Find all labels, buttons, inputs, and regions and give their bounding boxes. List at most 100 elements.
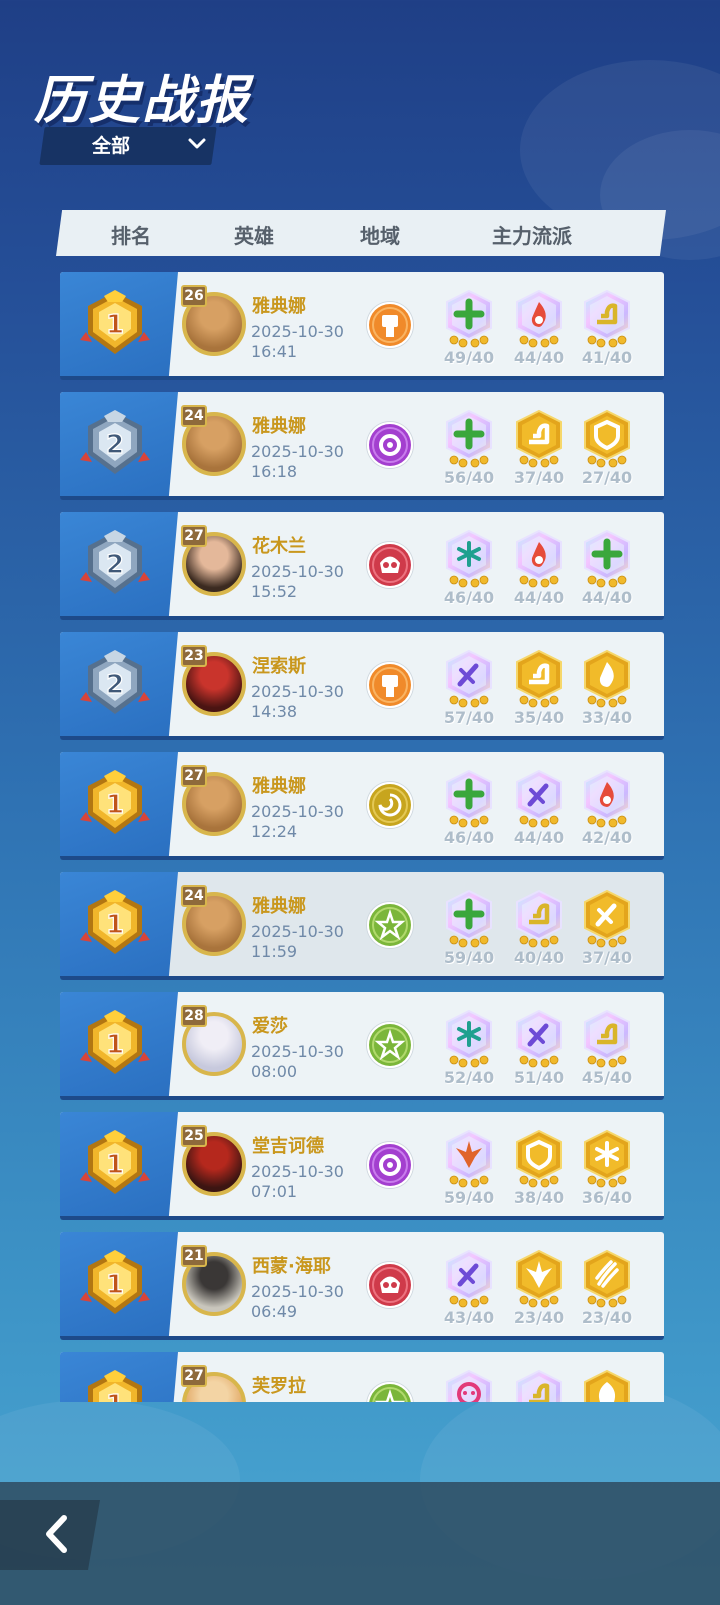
trait-badge[interactable]: 45/40 (580, 1008, 634, 1088)
page-title: 历史战报 (34, 71, 251, 131)
history-row[interactable]: 1 21 西蒙·海耶 2025-10-30 06:49 43/40 23/40 23… (60, 1232, 664, 1340)
hero-level-badge: 27 (181, 1365, 207, 1387)
trait-badge[interactable]: 37/40 (512, 408, 566, 488)
history-row[interactable]: 2 24 雅典娜 2025-10-30 16:18 56/40 37/40 27/4… (60, 392, 664, 500)
hero-name: 堂吉诃德 (252, 1136, 324, 1157)
match-date: 2025-10-30 (251, 802, 344, 821)
match-time: 12:24 (251, 822, 298, 841)
purple-gear-icon (367, 422, 413, 468)
trait-count: 44/40 (513, 828, 565, 847)
trait-badge[interactable]: 59/40 (442, 1128, 496, 1208)
trait-badge[interactable]: 38/40 (512, 1128, 566, 1208)
svg-text:1: 1 (106, 790, 124, 820)
rank-badge-icon: 1 (78, 1368, 152, 1402)
trait-badge[interactable]: 46/40 (442, 768, 496, 848)
history-row[interactable]: 1 25 堂吉诃德 2025-10-30 07:01 59/40 38/40 36/… (60, 1112, 664, 1220)
trait-badge[interactable] (442, 1368, 496, 1402)
match-time: 06:49 (251, 1302, 298, 1321)
rank-badge-icon: 1 (78, 1248, 152, 1322)
svg-text:2: 2 (106, 430, 124, 460)
trait-badge[interactable] (580, 1368, 634, 1402)
trait-badge[interactable]: 23/40 (512, 1248, 566, 1328)
trait-badge[interactable]: 44/40 (512, 288, 566, 368)
trait-badge[interactable]: 41/40 (580, 288, 634, 368)
trait-count: 52/40 (443, 1068, 495, 1087)
trait-count: 57/40 (443, 708, 495, 727)
match-time: 08:00 (251, 1062, 298, 1081)
trait-count: 42/40 (581, 828, 633, 847)
match-time: 15:52 (251, 582, 298, 601)
green-pentagram-icon (367, 1382, 413, 1402)
orange-fist-icon (367, 302, 413, 348)
rank-badge-icon: 1 (78, 888, 152, 962)
trait-badge[interactable]: 52/40 (442, 1008, 496, 1088)
svg-text:1: 1 (106, 1030, 124, 1060)
trait-badge[interactable]: 23/40 (580, 1248, 634, 1328)
match-date: 2025-10-30 (251, 322, 344, 341)
trait-badge[interactable]: 33/40 (580, 648, 634, 728)
history-row[interactable]: 1 27 雅典娜 2025-10-30 12:24 46/40 44/40 42/4… (60, 752, 664, 860)
svg-text:2: 2 (106, 550, 124, 580)
trait-badge[interactable]: 51/40 (512, 1008, 566, 1088)
hero-name: 雅典娜 (252, 296, 306, 317)
bottom-bar (0, 1482, 720, 1605)
history-row[interactable]: 1 27 芙罗拉 (60, 1352, 664, 1402)
trait-badge[interactable]: 27/40 (580, 408, 634, 488)
trait-count: 59/40 (443, 1188, 495, 1207)
trait-badge[interactable]: 57/40 (442, 648, 496, 728)
history-row[interactable]: 1 28 爱莎 2025-10-30 08:00 52/40 51/40 45/40 (60, 992, 664, 1100)
history-row[interactable]: 2 23 涅索斯 2025-10-30 14:38 57/40 35/40 33/4… (60, 632, 664, 740)
trait-badge[interactable] (512, 1368, 566, 1402)
trait-badge[interactable]: 44/40 (512, 528, 566, 608)
battle-history-list[interactable]: 1 26 雅典娜 2025-10-30 16:41 49/40 44/40 41/4… (60, 272, 664, 1402)
rank-badge-icon: 2 (78, 528, 152, 602)
trait-count: 27/40 (581, 468, 633, 487)
trait-badge[interactable]: 46/40 (442, 528, 496, 608)
trait-badge[interactable]: 49/40 (442, 288, 496, 368)
hero-level-badge: 24 (181, 405, 207, 427)
rank-badge-icon: 2 (78, 648, 152, 722)
chevron-down-icon[interactable] (186, 133, 208, 155)
filter-selected-value[interactable]: 全部 (92, 131, 130, 158)
rank-badge-icon: 1 (78, 288, 152, 362)
match-date: 2025-10-30 (251, 442, 344, 461)
trait-count: 44/40 (513, 348, 565, 367)
history-row[interactable]: 1 26 雅典娜 2025-10-30 16:41 49/40 44/40 41/4… (60, 272, 664, 380)
trait-badge[interactable]: 56/40 (442, 408, 496, 488)
trait-badge[interactable]: 59/40 (442, 888, 496, 968)
trait-badge[interactable]: 40/40 (512, 888, 566, 968)
trait-count: 44/40 (581, 588, 633, 607)
hero-name: 雅典娜 (252, 776, 306, 797)
chevron-left-icon[interactable] (42, 1514, 70, 1554)
trait-badge[interactable]: 42/40 (580, 768, 634, 848)
trait-count: 23/40 (581, 1308, 633, 1327)
hero-name: 涅索斯 (252, 656, 306, 677)
column-region: 地域 (360, 224, 400, 248)
hero-name: 爱莎 (252, 1016, 288, 1037)
hero-name: 雅典娜 (252, 896, 306, 917)
trait-count: 35/40 (513, 708, 565, 727)
trait-badge[interactable]: 44/40 (512, 768, 566, 848)
trait-count: 43/40 (443, 1308, 495, 1327)
history-row[interactable]: 1 24 雅典娜 2025-10-30 11:59 59/40 40/40 37/4… (60, 872, 664, 980)
trait-badge[interactable]: 36/40 (580, 1128, 634, 1208)
trait-badge[interactable]: 43/40 (442, 1248, 496, 1328)
trait-count: 44/40 (513, 588, 565, 607)
trait-badge[interactable]: 44/40 (580, 528, 634, 608)
hero-level-badge: 26 (181, 285, 207, 307)
svg-text:1: 1 (106, 310, 124, 340)
trait-count: 38/40 (513, 1188, 565, 1207)
trait-badge[interactable]: 35/40 (512, 648, 566, 728)
match-time: 07:01 (251, 1182, 298, 1201)
history-row[interactable]: 2 27 花木兰 2025-10-30 15:52 46/40 44/40 44/4… (60, 512, 664, 620)
rank-badge-icon: 1 (78, 1008, 152, 1082)
hero-level-badge: 27 (181, 525, 207, 547)
trait-badge[interactable]: 37/40 (580, 888, 634, 968)
column-hero: 英雄 (234, 224, 274, 248)
trait-count: 59/40 (443, 948, 495, 967)
match-date: 2025-10-30 (251, 1282, 344, 1301)
trait-count: 40/40 (513, 948, 565, 967)
hero-name: 芙罗拉 (252, 1376, 306, 1397)
svg-text:1: 1 (106, 1390, 124, 1402)
red-skull-icon (367, 1262, 413, 1308)
